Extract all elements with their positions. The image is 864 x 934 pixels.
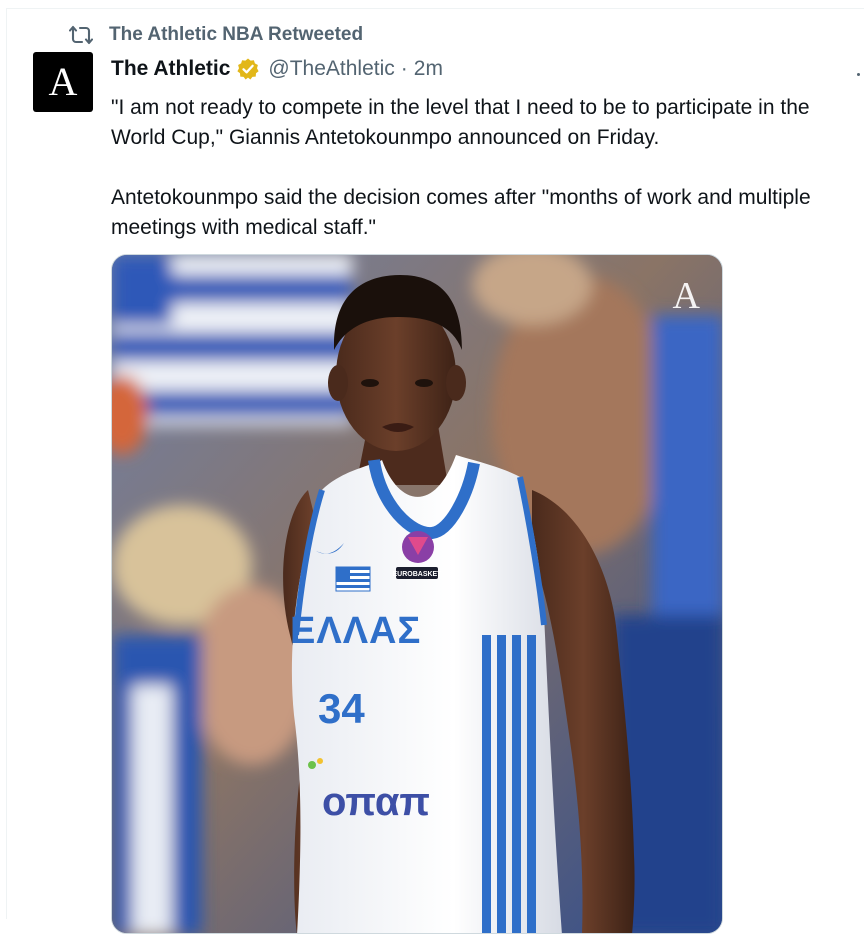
tweet-text: "I am not ready to compete in the level … xyxy=(111,93,853,243)
tweet-photo[interactable]: EUROBASKET ΕΛΛΑΣ 34 οπαπ A xyxy=(111,254,723,934)
avatar[interactable]: A xyxy=(33,52,93,112)
tweet-paragraph-2: Antetokounmpo said the decision comes af… xyxy=(111,186,811,239)
author-handle[interactable]: @TheAthletic xyxy=(268,57,394,81)
tweet-timestamp[interactable]: 2m xyxy=(414,57,443,81)
tweet-card[interactable]: The Athletic NBA Retweeted A The Athleti… xyxy=(6,8,864,934)
player-photo-illustration: EUROBASKET ΕΛΛΑΣ 34 οπαπ xyxy=(112,255,722,933)
retweet-context[interactable]: The Athletic NBA Retweeted xyxy=(69,23,363,47)
athletic-watermark-logo: A xyxy=(672,275,700,317)
author-name[interactable]: The Athletic xyxy=(111,57,230,81)
retweet-icon xyxy=(69,24,93,46)
athletic-logo-letter: A xyxy=(48,59,78,104)
tweet-header: The Athletic @TheAthletic · 2m xyxy=(111,55,443,83)
verified-badge-icon[interactable] xyxy=(236,57,260,81)
tweet-paragraph-1: "I am not ready to compete in the level … xyxy=(111,96,810,149)
more-options-icon[interactable] xyxy=(857,73,860,76)
eurobasket-badge-text: EUROBASKET xyxy=(392,571,442,578)
header-separator: · xyxy=(400,57,408,80)
jersey-sponsor-text: οπαπ xyxy=(322,780,430,824)
jersey-number-text: 34 xyxy=(318,685,365,732)
jersey-team-text: ΕΛΛΑΣ xyxy=(290,610,421,652)
retweet-label[interactable]: The Athletic NBA Retweeted xyxy=(109,24,363,46)
